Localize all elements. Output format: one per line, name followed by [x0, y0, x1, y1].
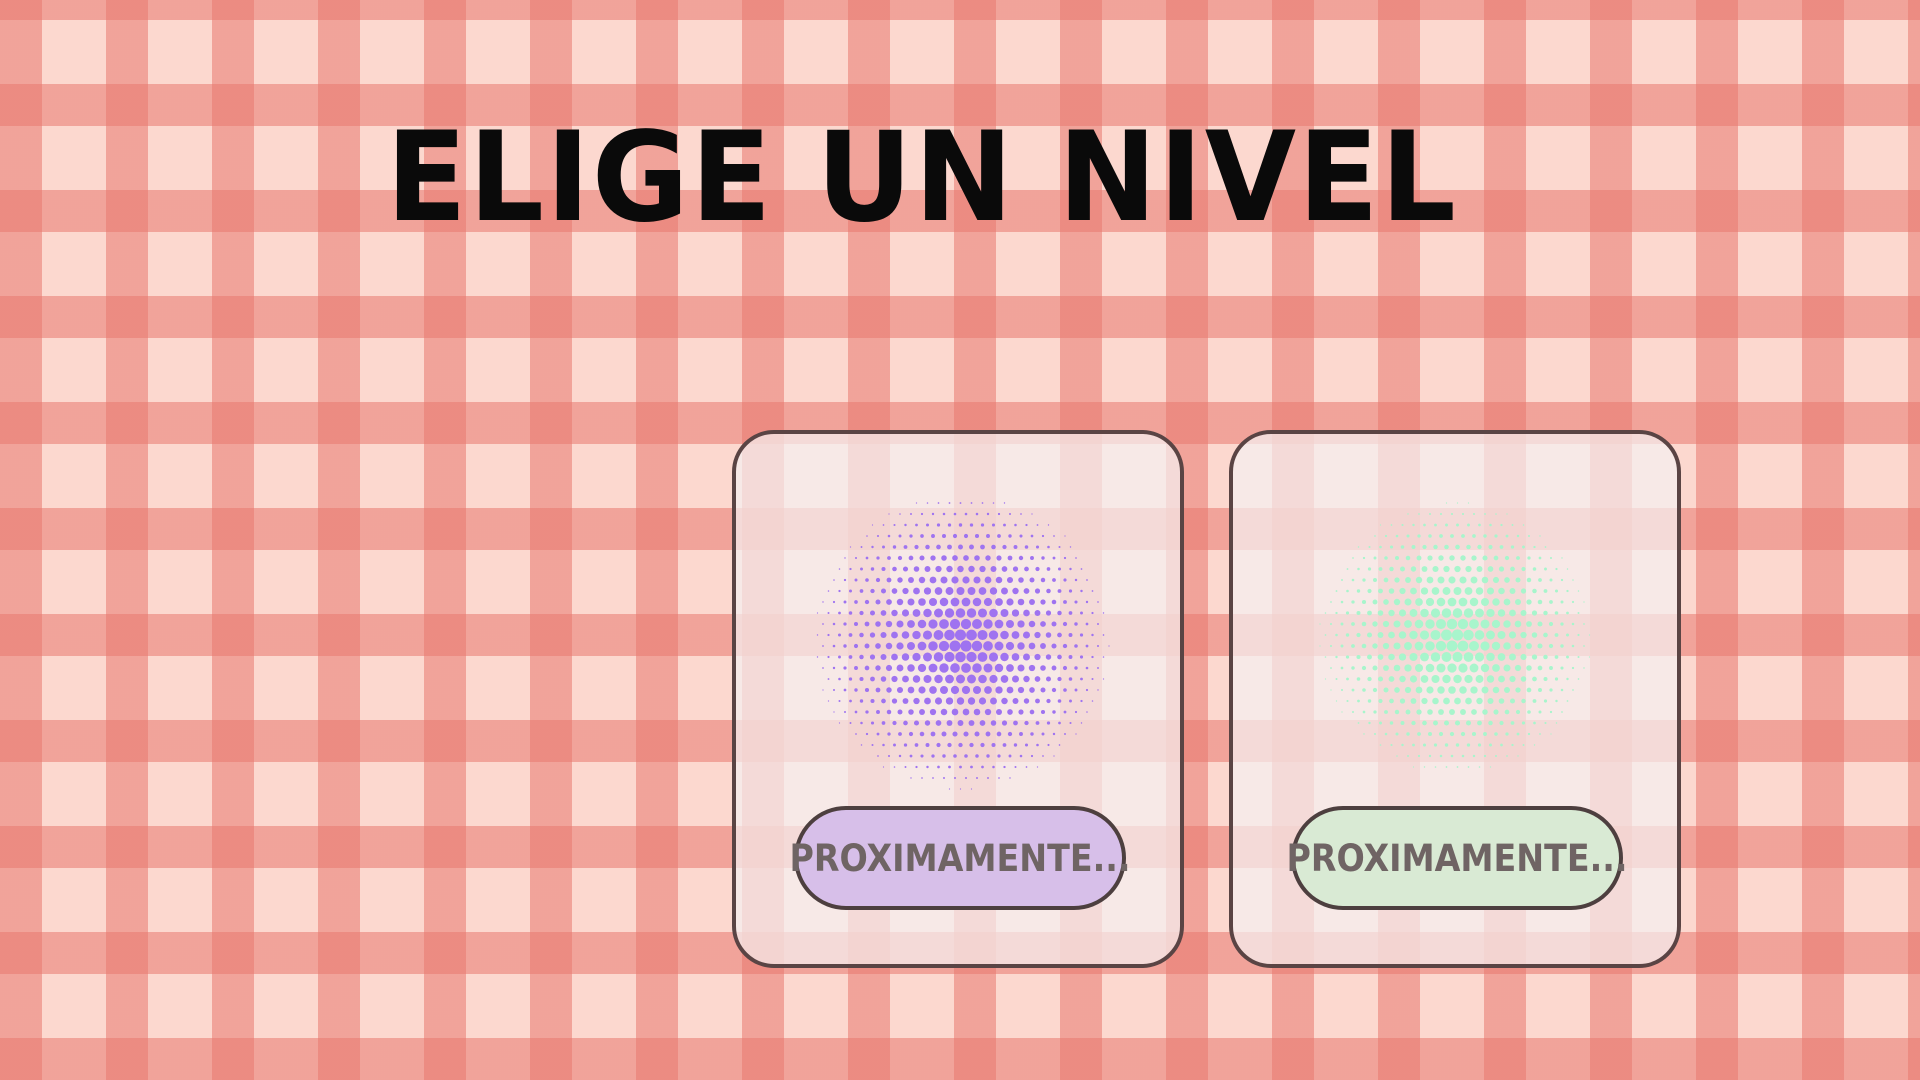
level-card-1[interactable]: PROXIMAMENTE...	[732, 430, 1184, 968]
halftone-dots-icon	[1319, 502, 1591, 768]
page-title: ELIGE UN NIVEL	[386, 104, 1458, 250]
coming-soon-button[interactable]: PROXIMAMENTE...	[1286, 806, 1628, 910]
halftone-dots-icon	[816, 502, 1110, 790]
level-select-screen: ELIGE UN NIVEL PROXIMAMENTE... PROXIMAME…	[0, 0, 1920, 1080]
level-card-2[interactable]: PROXIMAMENTE...	[1229, 430, 1681, 968]
coming-soon-button[interactable]: PROXIMAMENTE...	[789, 806, 1131, 910]
